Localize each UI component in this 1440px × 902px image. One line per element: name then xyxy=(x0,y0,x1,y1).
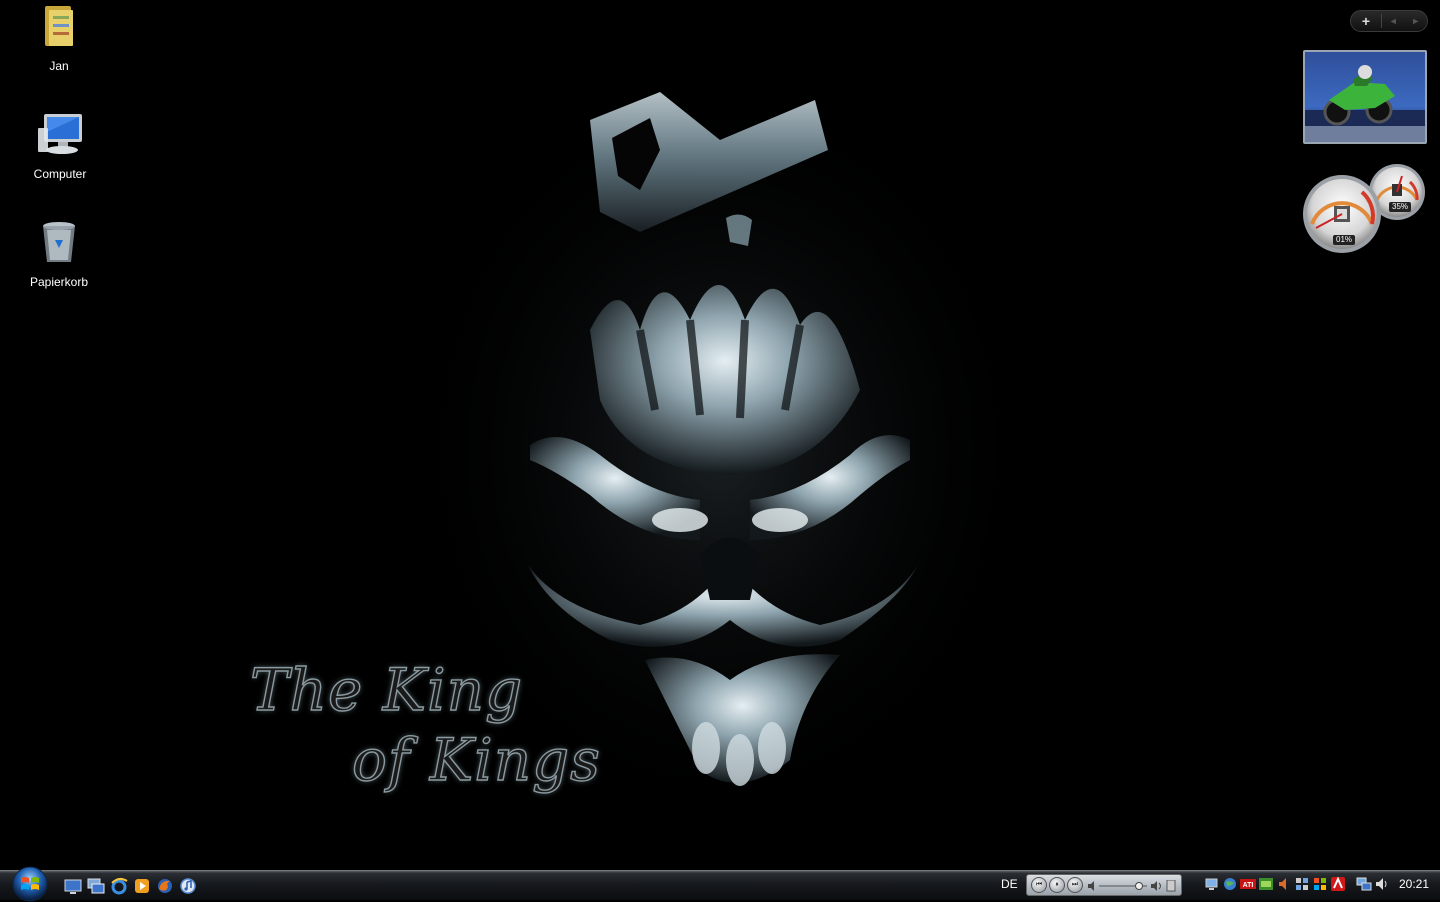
volume-low-icon xyxy=(1088,881,1094,891)
cpu-meter-gadget[interactable]: 01% 35% xyxy=(1302,162,1428,254)
itunes-icon[interactable] xyxy=(179,877,197,895)
sidebar-nav: ◄ ► xyxy=(1382,16,1427,26)
add-gadget-button[interactable]: + xyxy=(1351,11,1381,31)
svg-text:ATI: ATI xyxy=(1243,882,1254,889)
sidebar-controls: + ◄ ► xyxy=(1350,10,1428,32)
computer-icon xyxy=(38,114,82,154)
volume-high-icon xyxy=(1151,881,1157,891)
desktop-icon-recycle-bin[interactable]: Papierkorb xyxy=(9,218,109,289)
desktop-icon-label: Jan xyxy=(49,59,69,73)
previous-track-button[interactable]: ⏮ xyxy=(1031,877,1047,893)
cpu-usage-value: 01% xyxy=(1333,235,1356,245)
windows-update-tray-icon[interactable] xyxy=(1312,876,1328,892)
slideshow-motorcycle-image xyxy=(1305,52,1425,142)
memory-usage-value: 35% xyxy=(1389,202,1412,212)
next-track-button[interactable]: ⏭ xyxy=(1067,877,1083,893)
windows-start-orb[interactable] xyxy=(8,866,52,902)
network-tray-icon[interactable] xyxy=(1204,876,1220,892)
speaker-tray-icon[interactable] xyxy=(1276,876,1292,892)
media-player-icon[interactable] xyxy=(133,877,151,895)
switch-windows-icon[interactable] xyxy=(87,877,105,895)
nvidia-tray-icon[interactable] xyxy=(1258,876,1274,892)
ati-tray-icon[interactable]: ATI xyxy=(1240,876,1256,892)
sidebar-next-button[interactable]: ► xyxy=(1411,16,1420,26)
taskbar-clock[interactable]: 20:21 xyxy=(1399,877,1429,891)
desktop-icon-computer[interactable]: Computer xyxy=(10,110,110,181)
wallpaper xyxy=(0,0,1440,870)
media-player-toolbar: ⏮ ⏸ ⏭ xyxy=(1026,874,1182,896)
pause-button[interactable]: ⏸ xyxy=(1049,877,1065,893)
system-tray: ATI xyxy=(1204,876,1394,894)
desktop-icon-jan[interactable]: Jan xyxy=(9,2,109,73)
volume-slider[interactable] xyxy=(1087,880,1177,892)
firefox-icon[interactable] xyxy=(156,877,174,895)
recycle-bin-icon xyxy=(43,222,75,262)
volume-tray-icon[interactable] xyxy=(1374,876,1390,892)
user-folder-icon xyxy=(45,6,73,46)
sidebar-prev-button[interactable]: ◄ xyxy=(1389,16,1398,26)
antivirus-tray-icon[interactable] xyxy=(1330,876,1346,892)
internet-explorer-icon[interactable] xyxy=(110,877,128,895)
show-desktop-icon[interactable] xyxy=(64,877,82,895)
slideshow-gadget[interactable] xyxy=(1303,50,1427,144)
desktop-icon-label: Computer xyxy=(33,167,87,181)
globe-tray-icon[interactable] xyxy=(1222,876,1238,892)
device-manager-tray-icon[interactable] xyxy=(1294,876,1310,892)
wallpaper-text-line1: The King xyxy=(249,655,524,724)
network-status-tray-icon[interactable] xyxy=(1356,876,1372,892)
language-indicator[interactable]: DE xyxy=(1001,877,1018,891)
wallpaper-text-line2: of Kings xyxy=(351,725,601,794)
desktop-icon-label: Papierkorb xyxy=(29,275,89,289)
